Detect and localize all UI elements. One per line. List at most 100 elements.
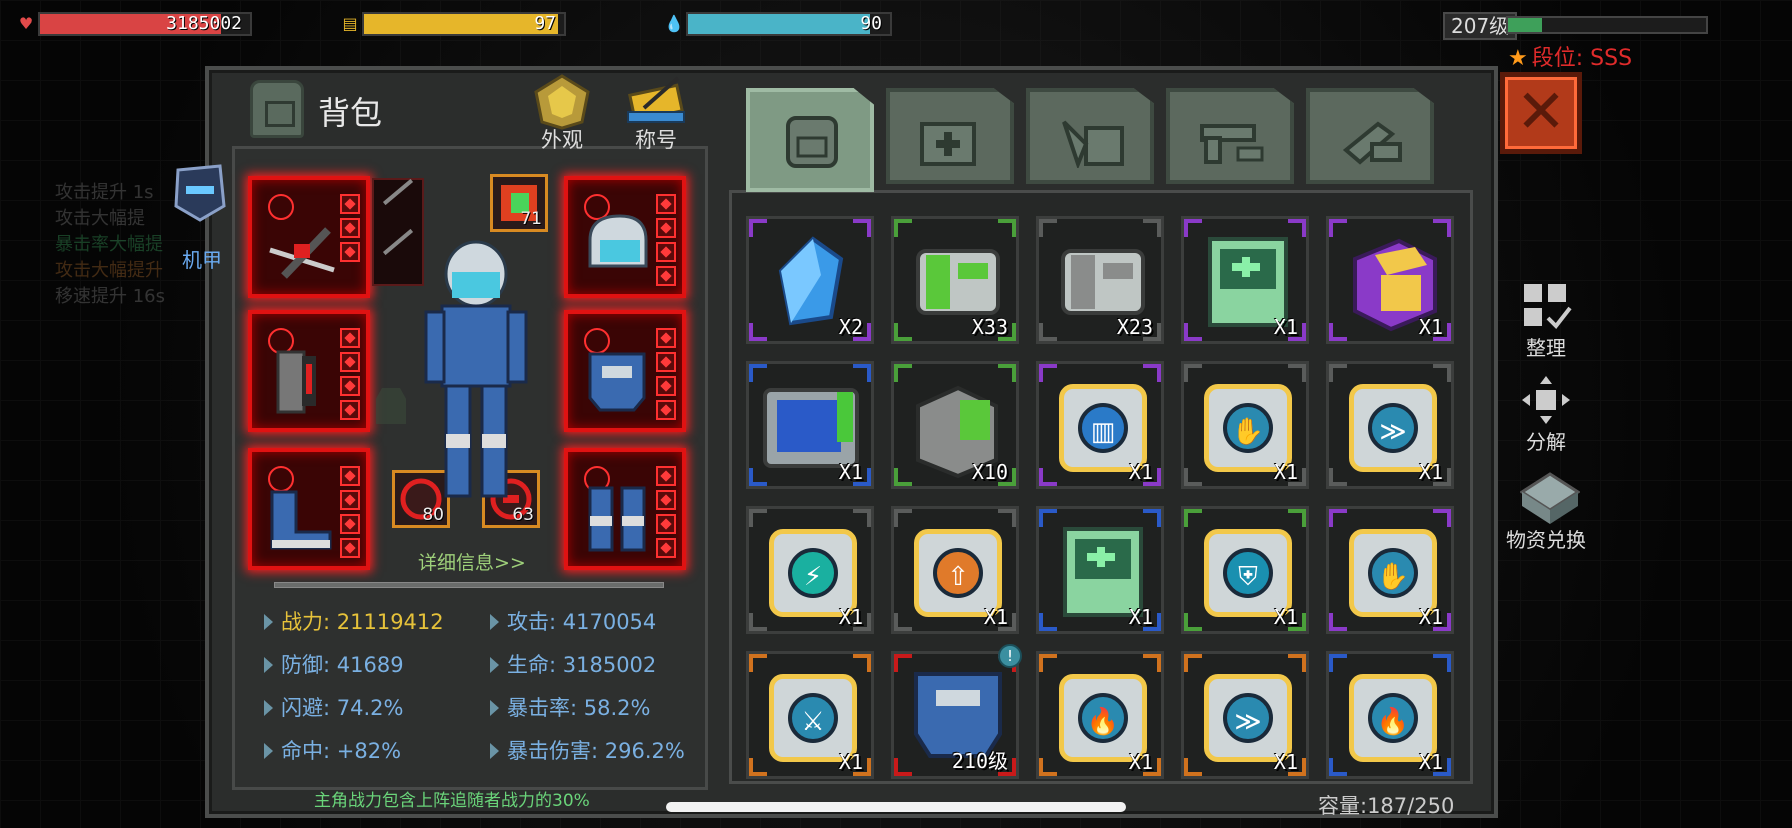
food-bar: 97	[362, 12, 566, 36]
appearance-helmet-icon	[530, 72, 594, 130]
stat-power: 战力: 21119412	[264, 606, 444, 636]
materials-icon	[1062, 120, 1124, 168]
inventory-item[interactable]: X1	[1181, 216, 1309, 344]
item-count: X1	[838, 605, 863, 629]
exchange-button[interactable]: 物资兑换	[1502, 472, 1590, 553]
equip-slot-armor[interactable]	[564, 310, 686, 432]
hp-bar: 3185002	[38, 12, 252, 36]
jetpack-icon	[276, 350, 316, 414]
upgrade-pips	[656, 328, 676, 420]
upgrade-pips	[656, 466, 676, 558]
food-icon: ▤	[342, 14, 358, 33]
decompose-button[interactable]: 分解	[1510, 374, 1582, 455]
sort-button[interactable]: 整理	[1510, 280, 1582, 361]
inventory-item[interactable]: 210级!	[891, 644, 1022, 779]
item-count: X10	[971, 460, 1008, 484]
medkit-icon	[920, 122, 976, 166]
item-count: X1	[1273, 605, 1298, 629]
sort-label: 整理	[1526, 336, 1566, 360]
item-count: X1	[1273, 315, 1298, 339]
tab-backpack[interactable]	[746, 88, 874, 192]
exp-bar	[1506, 16, 1708, 34]
upgrade-pips	[340, 466, 360, 558]
crossbow-icon	[269, 227, 335, 279]
sort-grid-icon	[1520, 280, 1572, 332]
helmet-icon	[588, 214, 648, 268]
tab-medkit[interactable]	[886, 88, 1014, 184]
water-drop-icon: 💧	[664, 14, 684, 33]
inventory-item[interactable]: ⚡ X1	[746, 506, 874, 634]
upgrade-pips	[340, 328, 360, 420]
inventory-item[interactable]: ✋ X1	[1326, 506, 1454, 634]
equip-slot-backpack[interactable]	[248, 310, 370, 432]
inventory-item[interactable]: X1	[1036, 506, 1164, 634]
rank-text: 段位: SSS	[1531, 46, 1633, 71]
equip-slot-legs[interactable]	[564, 448, 686, 570]
inventory-item[interactable]: ⛨ X1	[1181, 506, 1309, 634]
star-icon: ★	[1508, 46, 1528, 71]
item-count: X1	[1128, 460, 1153, 484]
item-count: X1	[1418, 605, 1443, 629]
upgrade-pips	[656, 194, 676, 286]
buff-item: 攻击提升 1s	[55, 182, 154, 203]
mech-helmet-icon[interactable]	[170, 160, 228, 240]
buff-list: 攻击提升 1s 攻击大幅提 暴击率大幅提 攻击大幅提升 移速提升 16s	[55, 180, 165, 310]
equip-slot-weapon[interactable]	[248, 176, 370, 298]
inventory-item[interactable]: ✋ X1	[1181, 361, 1309, 489]
stat-crit-dmg: 暴击伤害: 296.2%	[490, 735, 685, 765]
item-count: X1	[1418, 460, 1443, 484]
item-count: X1	[983, 605, 1008, 629]
accessory-strip[interactable]	[372, 178, 424, 286]
close-button[interactable]: ✕	[1500, 72, 1582, 154]
food-value: 97	[534, 13, 556, 34]
tab-appearance[interactable]: 外观	[522, 72, 602, 154]
panel-title: 背包	[318, 94, 383, 132]
mini-slot-count: 63	[512, 505, 534, 525]
vest-silhouette-icon	[376, 388, 406, 424]
inventory-item[interactable]: ⇧ X1	[891, 506, 1019, 634]
hp-value: 3185002	[166, 13, 242, 34]
tab-tools[interactable]	[1306, 88, 1434, 184]
boots-icon	[270, 490, 332, 550]
food-bar-fill	[364, 14, 558, 34]
inventory-item[interactable]: 🔥 X1	[1036, 651, 1164, 779]
close-icon: ✕	[1515, 77, 1567, 147]
equip-slot-helmet[interactable]	[564, 176, 686, 298]
inventory-item[interactable]: ≫ X1	[1326, 361, 1454, 489]
inventory-item[interactable]: X1	[746, 361, 874, 489]
tab-weapons[interactable]	[1166, 88, 1294, 184]
mini-slot-chip[interactable]: 71	[490, 174, 548, 232]
item-count: X1	[1418, 750, 1443, 774]
item-count: X1	[838, 460, 863, 484]
inventory-item[interactable]: X2	[746, 216, 874, 344]
stat-dodge: 闪避: 74.2%	[264, 692, 403, 722]
leg-armor-icon	[588, 486, 646, 552]
inventory-item[interactable]: X33	[891, 216, 1019, 344]
inventory-item[interactable]: X1	[1326, 216, 1454, 344]
buff-item: 暴击率大幅提	[55, 234, 163, 255]
item-count: X2	[838, 315, 863, 339]
inventory-item[interactable]: 🔥 X1	[1326, 651, 1454, 779]
tab-title[interactable]: 称号	[616, 72, 696, 154]
tab-materials[interactable]	[1026, 88, 1154, 184]
inventory-item[interactable]: X10	[891, 361, 1019, 489]
equip-slot-boots[interactable]	[248, 448, 370, 570]
stats-divider	[274, 582, 664, 588]
heart-icon: ♥	[18, 14, 34, 33]
item-count: 210级	[951, 749, 1008, 773]
capacity-label: 容量:187/250	[1318, 794, 1455, 818]
item-count: X1	[1273, 750, 1298, 774]
inventory-item[interactable]: ▥ X1	[1036, 361, 1164, 489]
mech-label[interactable]: 机甲	[182, 244, 222, 273]
inventory-item[interactable]: ⚔ X1	[746, 651, 874, 779]
item-count: X1	[1418, 315, 1443, 339]
mini-slot-count: 71	[520, 209, 542, 229]
item-count: X1	[1128, 750, 1153, 774]
detail-info-link[interactable]: 详细信息>>	[418, 548, 526, 575]
buff-item: 攻击大幅提升	[55, 260, 163, 281]
inventory-item[interactable]: ≫ X1	[1181, 651, 1309, 779]
home-indicator[interactable]	[666, 802, 1126, 812]
decompose-label: 分解	[1526, 430, 1566, 454]
inventory-item[interactable]: X23	[1036, 216, 1164, 344]
backpack-icon	[250, 80, 304, 138]
